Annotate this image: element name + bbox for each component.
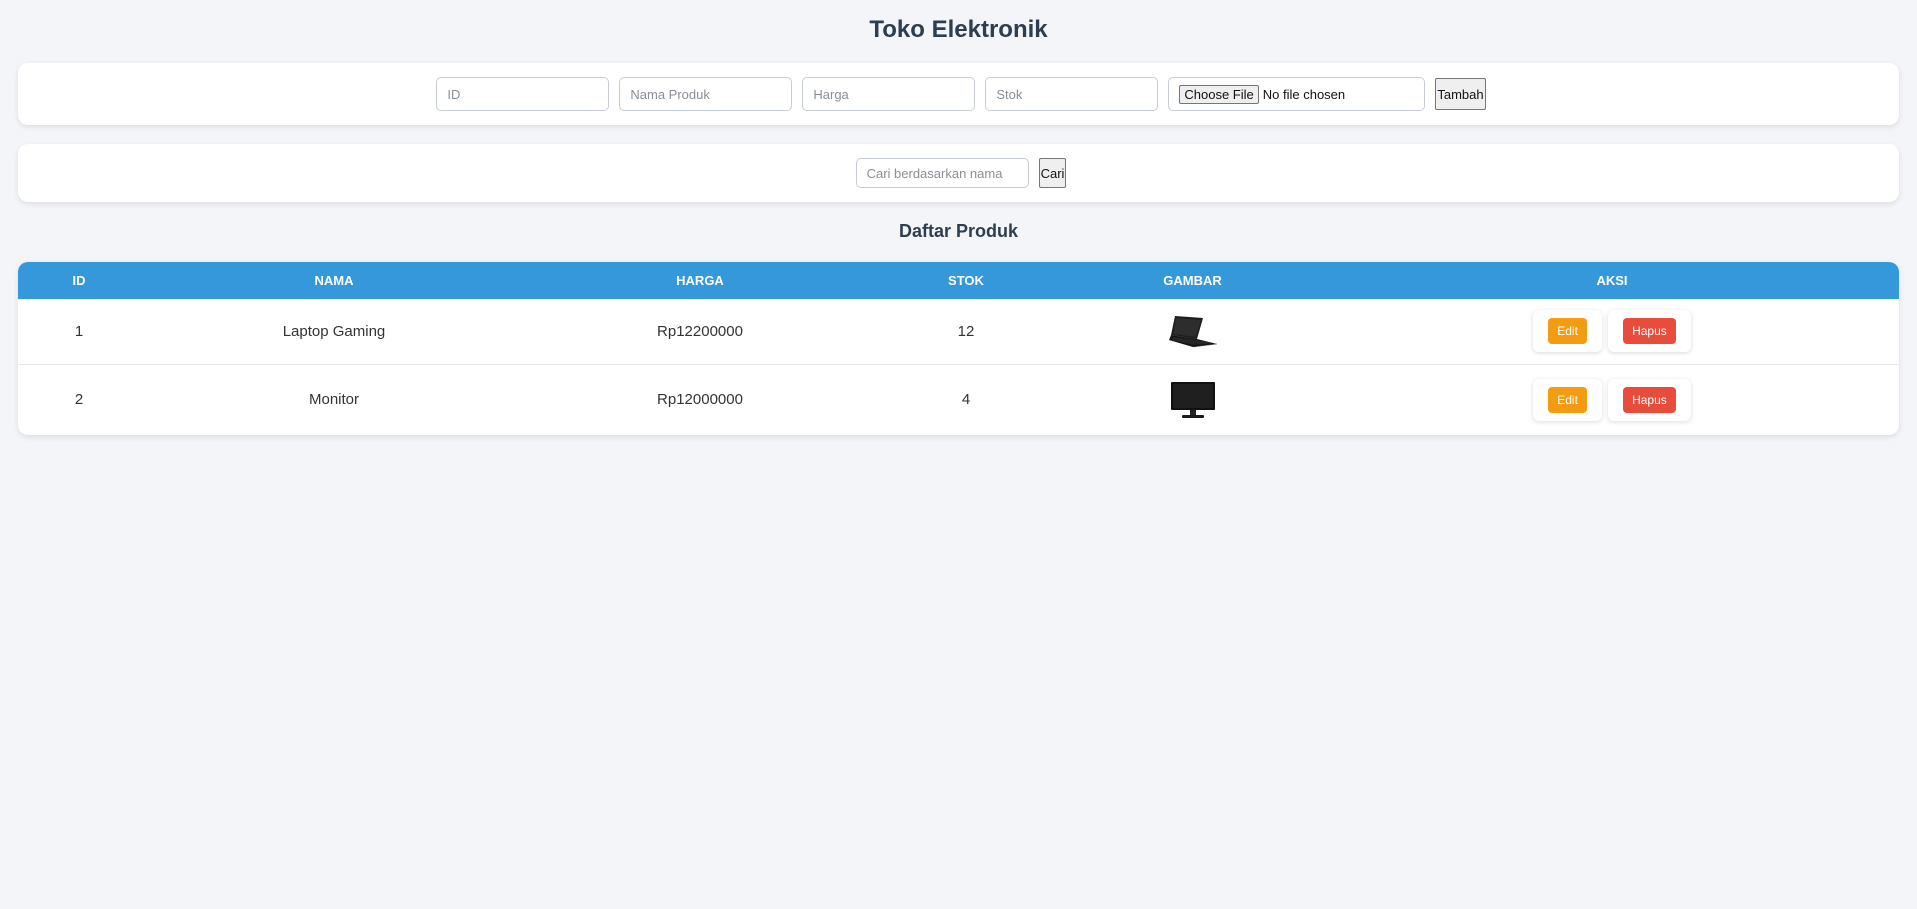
header-gambar: GAMBAR [1163, 273, 1222, 288]
cell-aksi: Edit Hapus [1325, 363, 1899, 435]
header-aksi: AKSI [1596, 273, 1628, 288]
page-title: Toko Elektronik [869, 16, 1048, 43]
edit-button[interactable]: Edit [1548, 386, 1587, 413]
stok-input[interactable] [985, 77, 1159, 111]
harga-input[interactable] [802, 77, 976, 111]
cell-aksi: Edit Hapus [1325, 299, 1899, 364]
cell-gambar [1060, 363, 1325, 435]
cell-gambar [1060, 299, 1325, 364]
edit-button[interactable]: Edit [1548, 318, 1587, 345]
cell-stok: 12 [957, 322, 975, 340]
id-input[interactable] [436, 77, 610, 111]
choose-file-button[interactable]: Choose File [1179, 84, 1259, 104]
header-stok: STOK [948, 273, 984, 288]
laptop-image [1168, 316, 1217, 348]
cell-harga: Rp12000000 [528, 363, 872, 435]
table-row: 1 Laptop Gaming Rp12200000 12 Edit Hapus [18, 299, 1899, 364]
file-status-text: No file chosen [1262, 86, 1346, 102]
monitor-image [1170, 381, 1215, 418]
hapus-wrapper: Hapus [1608, 310, 1691, 353]
table-header-row: ID NAMA HARGA STOK GAMBAR AKSI [18, 262, 1899, 299]
edit-wrapper: Edit [1533, 378, 1602, 421]
edit-wrapper: Edit [1533, 310, 1602, 353]
tambah-button[interactable]: Tambah [1435, 78, 1486, 110]
header-harga: HARGA [676, 273, 724, 288]
search-bar: Cari [18, 144, 1899, 202]
search-input[interactable] [855, 158, 1029, 188]
cell-id: 1 [74, 322, 84, 340]
hapus-button[interactable]: Hapus [1623, 318, 1676, 345]
hapus-button[interactable]: Hapus [1623, 386, 1676, 413]
list-title: Daftar Produk [898, 221, 1019, 241]
cell-harga: Rp12200000 [657, 322, 743, 340]
product-form: Choose File No file chosen Tambah [18, 63, 1899, 125]
cari-button[interactable]: Cari [1038, 158, 1067, 188]
header-nama: NAMA [314, 273, 354, 288]
cell-id: 2 [18, 363, 140, 435]
table-row: 2 Monitor Rp12000000 4 Edit Hapus [18, 363, 1899, 435]
nama-produk-input[interactable] [619, 77, 793, 111]
cell-stok: 4 [872, 363, 1060, 435]
hapus-wrapper: Hapus [1608, 378, 1691, 421]
header-id: ID [72, 273, 86, 288]
file-input[interactable]: Choose File No file chosen [1168, 77, 1426, 111]
cell-nama: Laptop Gaming [282, 322, 386, 340]
cell-nama: Monitor [140, 363, 528, 435]
product-table: ID NAMA HARGA STOK GAMBAR AKSI 1 Laptop … [18, 262, 1899, 435]
